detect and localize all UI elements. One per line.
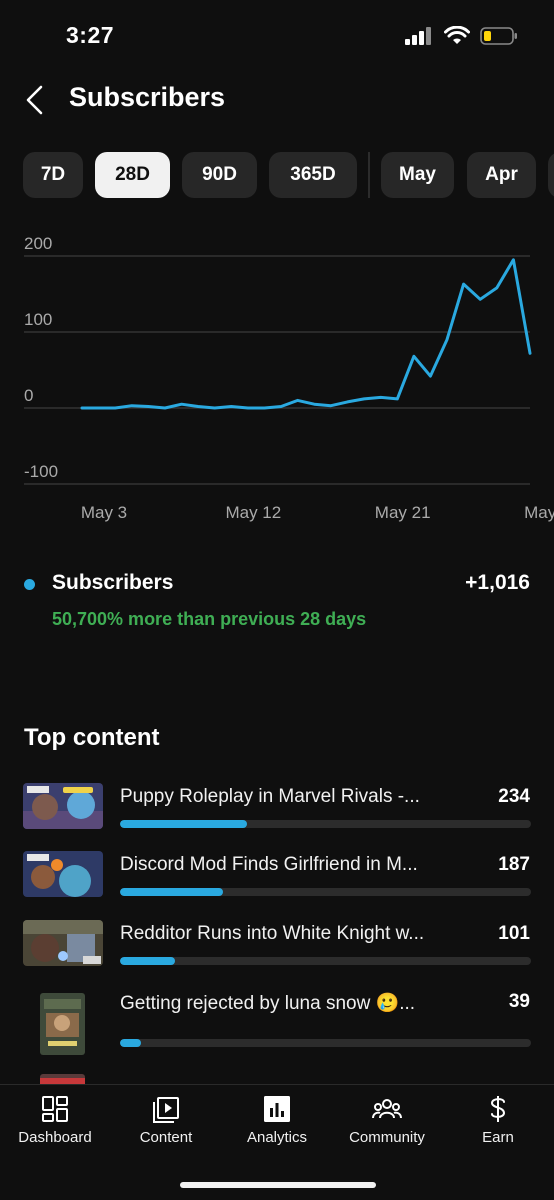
series-line [80, 258, 532, 410]
analytics-screen: 3:27 Subscribers 7D 28D 90D 365D May Apr… [0, 0, 554, 1200]
nav-label: Content [139, 1129, 193, 1146]
content-title: Redditor Runs into White Knight w... [120, 923, 425, 944]
x-tick-label: May 30 [524, 503, 554, 522]
chip-7d[interactable]: 7D [23, 152, 83, 198]
page-title: Subscribers [69, 82, 226, 112]
nav-label: Dashboard [18, 1129, 92, 1146]
subscribers-chart: 200 100 0 -100 May 3 May 12 May 21 May 30 [0, 236, 554, 536]
chip-divider [368, 152, 370, 198]
nav-community[interactable]: Community [332, 1085, 442, 1155]
chip-90d[interactable]: 90D [182, 152, 257, 198]
status-time: 3:27 [66, 22, 115, 48]
chip-apr[interactable]: Apr [467, 152, 536, 198]
nav-analytics[interactable]: Analytics [222, 1085, 332, 1155]
content-bar-track [120, 1039, 531, 1047]
nav-earn[interactable]: Earn [443, 1085, 553, 1155]
status-icons [404, 26, 518, 46]
summary-total: +1,016 [465, 571, 530, 594]
content-bar-track [120, 888, 531, 896]
content-value: 234 [498, 786, 530, 807]
nav-label: Analytics [246, 1129, 308, 1146]
y-tick-label: 100 [24, 310, 52, 329]
content-bar-track [120, 820, 531, 828]
summary-label: Subscribers [52, 571, 174, 594]
x-tick-label: May 12 [225, 503, 281, 522]
video-thumbnail [40, 993, 85, 1055]
analytics-icon [264, 1096, 290, 1122]
status-bar: 3:27 [0, 0, 554, 74]
cellular-signal-icon [405, 27, 431, 45]
y-tick-label: 0 [24, 386, 33, 405]
summary-comparison: 50,700% more than previous 28 days [52, 609, 367, 629]
chip-overflow[interactable] [548, 152, 554, 198]
content-value: 101 [498, 923, 530, 944]
content-title: Discord Mod Finds Girlfriend in M... [120, 854, 418, 875]
content-bar-fill [120, 820, 248, 828]
nav-label: Community [349, 1129, 425, 1146]
earn-icon [490, 1096, 506, 1122]
back-button[interactable] [14, 80, 54, 120]
content-title: Getting rejected by luna snow 🥲... [120, 993, 416, 1014]
y-tick-label: 200 [24, 236, 52, 253]
community-icon [372, 1099, 402, 1119]
chip-may[interactable]: May [381, 152, 454, 198]
content-row[interactable]: Discord Mod Finds Girlfriend in M... 187 [0, 846, 554, 906]
content-bar-fill [120, 1039, 141, 1047]
content-value: 187 [498, 854, 530, 875]
content-bar-track [120, 957, 531, 965]
nav-dashboard[interactable]: Dashboard [0, 1085, 110, 1155]
video-thumbnail [23, 851, 103, 897]
wifi-icon [444, 26, 470, 44]
content-row[interactable]: Puppy Roleplay in Marvel Rivals -... 234 [0, 778, 554, 838]
content-title: Puppy Roleplay in Marvel Rivals -... [120, 786, 420, 807]
content-value: 39 [508, 991, 530, 1012]
dashboard-icon [42, 1096, 68, 1122]
x-tick-label: May 21 [375, 503, 431, 522]
content-icon [153, 1097, 179, 1123]
battery-icon [480, 27, 517, 45]
video-thumbnail [23, 920, 103, 966]
chart-svg: 200 100 0 -100 May 3 May 12 May 21 May 30 [24, 236, 554, 522]
video-thumbnail [23, 783, 103, 829]
content-bar-fill [120, 957, 176, 965]
chevron-left-icon [26, 85, 43, 115]
chip-365d[interactable]: 365D [269, 152, 357, 198]
legend-dot [24, 579, 35, 590]
content-bar-fill [120, 888, 223, 896]
nav-label: Earn [482, 1129, 514, 1146]
period-chips: 7D 28D 90D 365D May Apr [23, 152, 554, 198]
y-tick-label: -100 [24, 462, 58, 481]
nav-content[interactable]: Content [111, 1085, 221, 1155]
chip-28d[interactable]: 28D [95, 152, 170, 198]
header: Subscribers [0, 74, 554, 124]
x-tick-label: May 3 [81, 503, 127, 522]
content-row[interactable]: Getting rejected by luna snow 🥲... 39 [0, 983, 554, 1063]
metric-summary: Subscribers +1,016 50,700% more than pre… [0, 566, 554, 646]
top-content-title: Top content [24, 724, 160, 751]
home-indicator [180, 1182, 376, 1188]
content-row[interactable]: Redditor Runs into White Knight w... 101 [0, 915, 554, 975]
